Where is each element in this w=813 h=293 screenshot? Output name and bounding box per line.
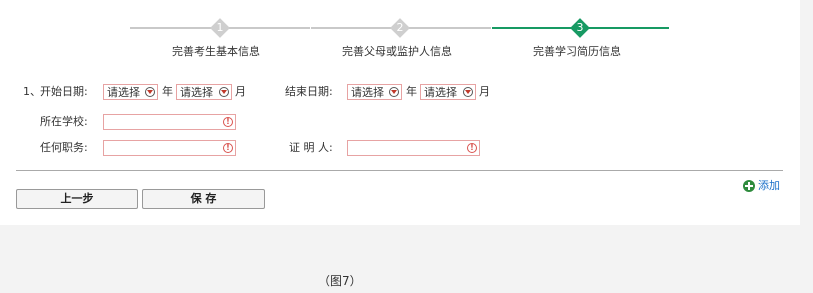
prev-step-button[interactable]: 上一步 (16, 189, 138, 209)
end-month-select[interactable]: 请选择 (420, 84, 476, 100)
school-label: 所在学校: (40, 115, 88, 128)
start-year-select[interactable]: 请选择 (103, 84, 158, 100)
save-button[interactable]: 保 存 (142, 189, 265, 209)
witness-input[interactable]: ! (347, 140, 480, 156)
step-label-basic-info: 完善考生基本信息 (172, 45, 260, 58)
warning-icon: ! (467, 143, 477, 153)
start-month-unit: 月 (235, 85, 246, 98)
end-year-unit: 年 (406, 85, 417, 98)
end-date-label: 结束日期: (285, 85, 333, 98)
step-marker-1: 1 (210, 18, 230, 38)
add-entry-link[interactable]: 添加 (743, 179, 780, 193)
start-year-unit: 年 (162, 85, 173, 98)
row-index: 1、 (23, 85, 41, 98)
step-marker-3: 3 (570, 18, 590, 38)
dropdown-arrow-icon (463, 87, 473, 97)
form-divider (16, 170, 783, 171)
start-date-label: 开始日期: (40, 85, 88, 98)
position-label: 任何职务: (40, 141, 88, 154)
form-panel: 1 2 3 完善考生基本信息 完善父母或监护人信息 完善学习简历信息 1、 开始… (0, 0, 800, 225)
step-label-study-history: 完善学习简历信息 (533, 45, 621, 58)
warning-icon: ! (223, 117, 233, 127)
step-label-guardian-info: 完善父母或监护人信息 (342, 45, 452, 58)
position-input[interactable]: ! (103, 140, 236, 156)
end-year-select-value: 请选择 (351, 86, 384, 99)
step-marker-2: 2 (390, 18, 410, 38)
school-input[interactable]: ! (103, 114, 236, 130)
page-background (0, 225, 813, 293)
start-month-select-value: 请选择 (180, 86, 213, 99)
dropdown-arrow-icon (145, 87, 155, 97)
dropdown-arrow-icon (219, 87, 229, 97)
dropdown-arrow-icon (389, 87, 399, 97)
witness-label: 证 明 人: (289, 141, 333, 154)
figure-caption: （图7） (318, 274, 362, 288)
start-month-select[interactable]: 请选择 (176, 84, 232, 100)
start-year-select-value: 请选择 (107, 86, 140, 99)
warning-icon: ! (223, 143, 233, 153)
end-month-select-value: 请选择 (424, 86, 457, 99)
page-edge (800, 0, 813, 225)
end-month-unit: 月 (479, 85, 490, 98)
end-year-select[interactable]: 请选择 (347, 84, 402, 100)
add-icon (743, 180, 755, 192)
add-entry-label: 添加 (758, 179, 780, 192)
